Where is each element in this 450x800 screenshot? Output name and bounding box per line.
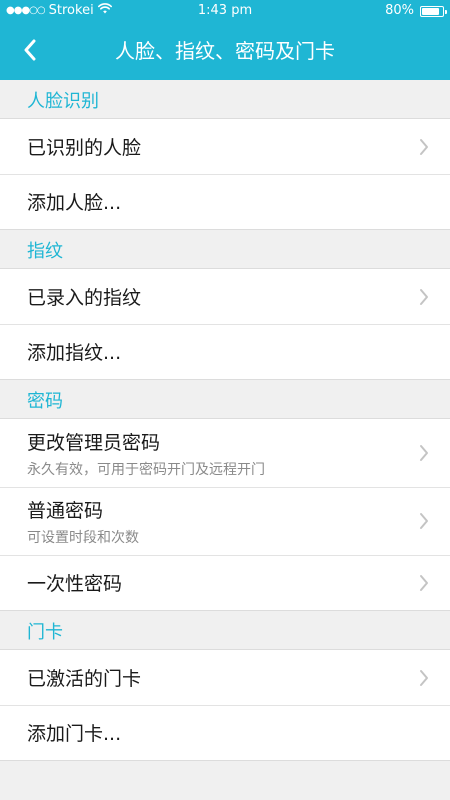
section-header-face: 人脸识别 bbox=[0, 80, 450, 118]
section-header-card: 门卡 bbox=[0, 611, 450, 649]
row-label: 普通密码 bbox=[27, 499, 104, 522]
battery-percent: 80% bbox=[385, 3, 414, 18]
settings-list: 人脸识别 已识别的人脸 添加人脸... 指纹 已录入的指纹 添加指纹... 密码… bbox=[0, 80, 450, 783]
status-right: 80% bbox=[385, 0, 447, 22]
activated-cards-row[interactable]: 已激活的门卡 bbox=[0, 650, 450, 705]
chevron-right-icon bbox=[420, 445, 428, 461]
row-label: 一次性密码 bbox=[27, 573, 123, 595]
row-label: 添加门卡... bbox=[27, 723, 122, 745]
row-label: 已识别的人脸 bbox=[27, 137, 142, 159]
bottom-spacer bbox=[0, 761, 450, 783]
row-label: 添加人脸... bbox=[27, 192, 122, 214]
group-card: 已激活的门卡 添加门卡... bbox=[0, 649, 450, 761]
section-header-fingerprint: 指纹 bbox=[0, 230, 450, 268]
top-bar: ●●●○○ Strokei 1:43 pm 80% 人脸、指纹、密码及门卡 bbox=[0, 0, 450, 80]
chevron-right-icon bbox=[420, 574, 428, 591]
status-time: 1:43 pm bbox=[197, 3, 253, 18]
group-password: 更改管理员密码 永久有效，可用于密码开门及远程开门 普通密码 可设置时段和次数 … bbox=[0, 418, 450, 611]
change-admin-password-row[interactable]: 更改管理员密码 永久有效，可用于密码开门及远程开门 bbox=[0, 419, 450, 487]
add-face-row[interactable]: 添加人脸... bbox=[0, 174, 450, 229]
navigation-bar: 人脸、指纹、密码及门卡 bbox=[0, 22, 450, 80]
section-header-password: 密码 bbox=[0, 380, 450, 418]
row-subtitle: 永久有效，可用于密码开门及远程开门 bbox=[27, 461, 265, 478]
chevron-right-icon bbox=[420, 138, 428, 155]
add-card-row[interactable]: 添加门卡... bbox=[0, 705, 450, 760]
row-subtitle: 可设置时段和次数 bbox=[27, 529, 139, 546]
page-title: 人脸、指纹、密码及门卡 bbox=[115, 39, 335, 63]
chevron-right-icon bbox=[420, 513, 428, 529]
group-face: 已识别的人脸 添加人脸... bbox=[0, 118, 450, 230]
row-label: 添加指纹... bbox=[27, 342, 122, 364]
row-label: 更改管理员密码 bbox=[27, 431, 161, 454]
row-label: 已录入的指纹 bbox=[27, 287, 142, 309]
chevron-right-icon bbox=[420, 669, 428, 686]
recognized-faces-row[interactable]: 已识别的人脸 bbox=[0, 119, 450, 174]
row-label: 已激活的门卡 bbox=[27, 668, 142, 690]
status-bar: ●●●○○ Strokei 1:43 pm 80% bbox=[0, 0, 450, 22]
normal-password-row[interactable]: 普通密码 可设置时段和次数 bbox=[0, 487, 450, 555]
battery-icon bbox=[420, 5, 447, 17]
group-fingerprint: 已录入的指纹 添加指纹... bbox=[0, 268, 450, 380]
enrolled-fingerprints-row[interactable]: 已录入的指纹 bbox=[0, 269, 450, 324]
chevron-right-icon bbox=[420, 288, 428, 305]
add-fingerprint-row[interactable]: 添加指纹... bbox=[0, 324, 450, 379]
one-time-password-row[interactable]: 一次性密码 bbox=[0, 555, 450, 610]
